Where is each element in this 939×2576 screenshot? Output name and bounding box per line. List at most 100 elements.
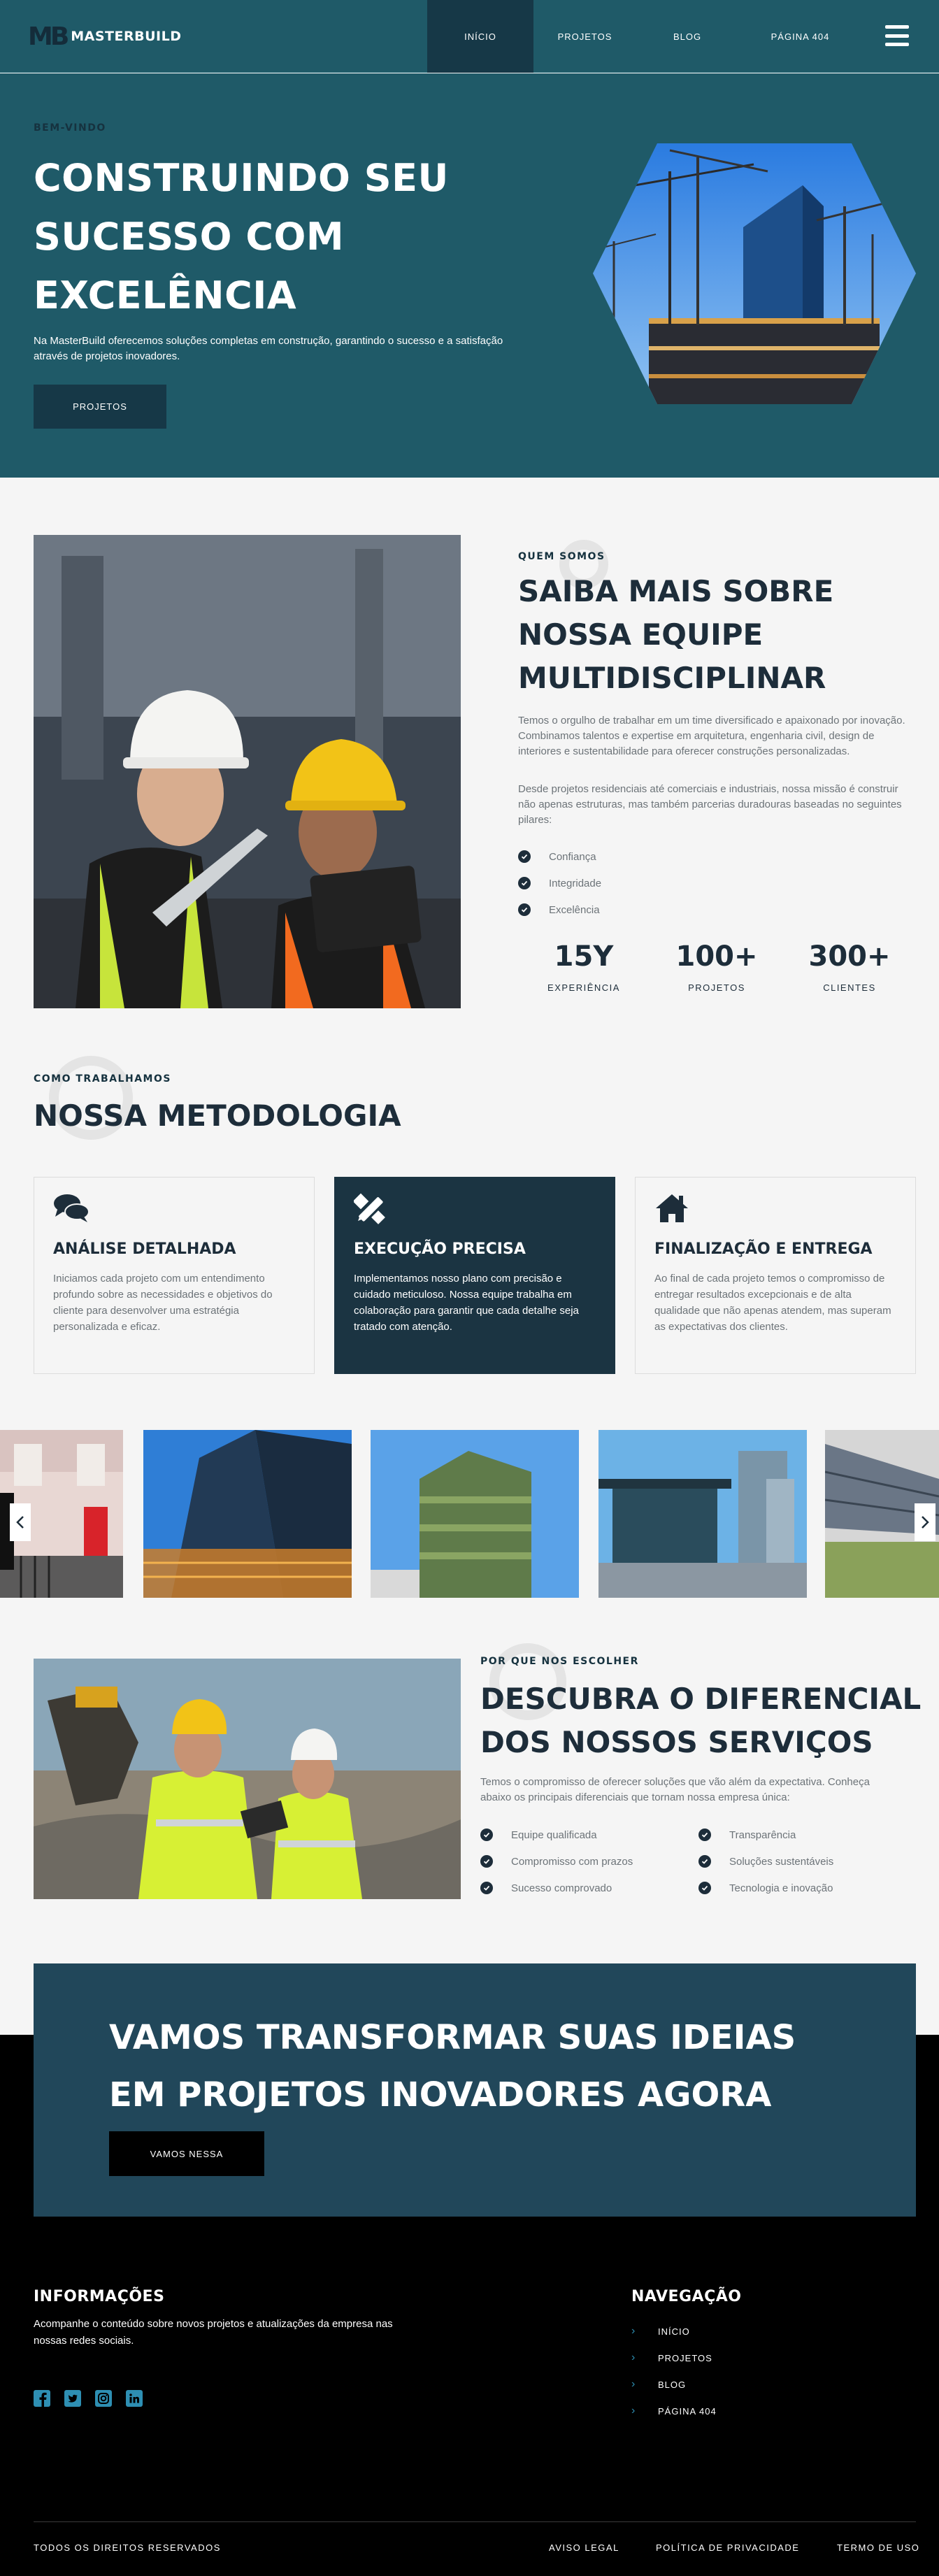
pillar-label: Integridade — [549, 877, 602, 889]
cta-title-line: EM PROJETOS INOVADORES AGORA — [109, 2075, 772, 2115]
gallery-image[interactable] — [371, 1430, 579, 1598]
pillar-label: Confiança — [549, 850, 596, 863]
gallery-image[interactable] — [143, 1430, 352, 1598]
top-navbar: MB MASTERBUILD INÍCIO PROJETOS BLOG PÁGI… — [0, 0, 939, 73]
hero-title-line: EXCELÊNCIA — [34, 273, 297, 317]
gallery-prev-button[interactable] — [10, 1503, 31, 1541]
stat-number: 300+ — [808, 940, 891, 973]
footer-nav-link-projetos[interactable]: › PROJETOS — [631, 2345, 717, 2371]
method-kicker: COMO TRABALHAMOS — [34, 1073, 171, 1085]
why-kicker: POR QUE NOS ESCOLHER — [480, 1656, 639, 1667]
list-item: Transparência — [698, 1822, 908, 1848]
list-item: Integridade — [518, 870, 601, 896]
benefit-label: Equipe qualificada — [511, 1829, 597, 1841]
check-circle-icon — [518, 903, 531, 916]
cta-title: VAMOS TRANSFORMAR SUAS IDEIAS EM PROJETO… — [109, 2009, 864, 2124]
stat-number: 15Y — [554, 940, 614, 973]
engineers-photo — [34, 1659, 461, 1899]
list-item: Tecnologia e inovação — [698, 1875, 908, 1901]
facebook-icon[interactable] — [34, 2390, 50, 2407]
why-title-line: DESCUBRA O DIFERENCIAL — [480, 1682, 922, 1716]
method-card: EXECUÇÃO PRECISA Implementamos nosso pla… — [334, 1177, 615, 1374]
footer-nav: › INÍCIO › PROJETOS › BLOG › PÁGINA 404 — [631, 2318, 717, 2424]
legal-notice-link[interactable]: AVISO LEGAL — [549, 2542, 619, 2553]
logo-mark: MB — [28, 22, 69, 51]
pencil-ruler-icon — [352, 1193, 596, 1225]
chevron-right-icon — [922, 1516, 929, 1529]
why-list-right: Transparência Soluções sustentáveis Tecn… — [698, 1822, 908, 1901]
stat-number: 100+ — [675, 940, 758, 973]
card-text: Iniciamos cada projeto com um entendimen… — [53, 1273, 273, 1333]
terms-of-use-link[interactable]: TERMO DE USO — [837, 2542, 919, 2553]
why-list-left: Equipe qualificada Compromisso com prazo… — [480, 1822, 690, 1901]
project-gallery — [0, 1430, 939, 1598]
card-title: EXECUÇÃO PRECISA — [354, 1240, 526, 1258]
copyright-text: TODOS OS DIREITOS RESERVADOS — [34, 2542, 221, 2553]
hamburger-menu-icon[interactable] — [885, 25, 909, 46]
check-circle-icon — [480, 1855, 493, 1868]
hero-title-line: SUCESSO COM — [34, 215, 345, 259]
linkedin-icon[interactable] — [126, 2390, 143, 2407]
card-title: FINALIZAÇÃO E ENTREGA — [654, 1240, 873, 1258]
instagram-icon[interactable] — [95, 2390, 112, 2407]
check-circle-icon — [698, 1855, 711, 1868]
team-photo — [34, 535, 461, 1008]
about-paragraph-2: Desde projetos residenciais até comercia… — [518, 783, 902, 826]
check-circle-icon — [518, 850, 531, 863]
why-title-line: DOS NOSSOS SERVIÇOS — [480, 1725, 873, 1759]
nav-link-blog[interactable]: BLOG — [636, 0, 738, 73]
stat-projects: 100+ PROJETOS — [657, 940, 776, 993]
list-item: Sucesso comprovado — [480, 1875, 690, 1901]
pillars-list: Confiança Integridade Excelência — [518, 843, 601, 923]
check-circle-icon — [480, 1829, 493, 1841]
privacy-policy-link[interactable]: POLÍTICA DE PRIVACIDADE — [656, 2542, 799, 2553]
hero-hexagon-image — [593, 143, 916, 404]
about-title: SAIBA MAIS SOBRE NOSSA EQUIPE MULTIDISCI… — [518, 570, 924, 700]
gallery-image[interactable] — [598, 1430, 807, 1598]
check-circle-icon — [698, 1882, 711, 1894]
nav-link-projetos[interactable]: PROJETOS — [533, 0, 636, 73]
about-kicker: QUEM SOMOS — [518, 551, 605, 562]
social-links — [34, 2390, 157, 2407]
footer-nav-label: PÁGINA 404 — [658, 2405, 717, 2417]
method-card: ANÁLISE DETALHADA Iniciamos cada projeto… — [34, 1177, 315, 1374]
method-card: FINALIZAÇÃO E ENTREGA Ao final de cada p… — [635, 1177, 916, 1374]
list-item: Equipe qualificada — [480, 1822, 690, 1848]
benefit-label: Tecnologia e inovação — [729, 1882, 833, 1894]
hero-section: BEM-VINDO CONSTRUINDO SEU SUCESSO COM EX… — [0, 73, 939, 478]
footer-divider — [34, 2521, 916, 2522]
stat-clients: 300+ CLIENTES — [790, 940, 909, 993]
logo-text: MASTERBUILD — [71, 29, 182, 44]
nav-link-pagina-404[interactable]: PÁGINA 404 — [738, 0, 862, 73]
twitter-icon[interactable] — [64, 2390, 81, 2407]
footer-nav-label: INÍCIO — [658, 2326, 690, 2337]
list-item: Confiança — [518, 843, 601, 870]
check-circle-icon — [480, 1882, 493, 1894]
about-paragraph-1: Temos o orgulho de trabalhar em um time … — [518, 715, 905, 757]
method-title: NOSSA METODOLOGIA — [34, 1099, 401, 1133]
chevron-right-icon: › — [631, 2325, 636, 2337]
footer-nav-label: BLOG — [658, 2379, 687, 2390]
gallery-next-button[interactable] — [915, 1503, 936, 1541]
stat-label: PROJETOS — [688, 982, 745, 993]
footer-nav-link-inicio[interactable]: › INÍCIO — [631, 2318, 717, 2345]
benefit-label: Sucesso comprovado — [511, 1882, 612, 1894]
hero-description: Na MasterBuild oferecemos soluções compl… — [34, 335, 503, 362]
card-title: ANÁLISE DETALHADA — [53, 1240, 236, 1258]
home-icon — [654, 1193, 896, 1225]
cta-banner: VAMOS TRANSFORMAR SUAS IDEIAS EM PROJETO… — [34, 1963, 916, 2217]
comments-icon — [53, 1193, 295, 1225]
list-item: Compromisso com prazos — [480, 1848, 690, 1875]
nav-link-inicio[interactable]: INÍCIO — [427, 0, 533, 73]
check-circle-icon — [518, 877, 531, 889]
check-circle-icon — [698, 1829, 711, 1841]
footer-nav-link-blog[interactable]: › BLOG — [631, 2371, 717, 2398]
why-title: DESCUBRA O DIFERENCIAL DOS NOSSOS SERVIÇ… — [480, 1677, 928, 1764]
footer-nav-link-pagina-404[interactable]: › PÁGINA 404 — [631, 2398, 717, 2424]
footer-info-title: INFORMAÇÕES — [34, 2288, 165, 2305]
hero-projects-button[interactable]: PROJETOS — [34, 385, 166, 429]
benefit-label: Transparência — [729, 1829, 796, 1841]
stat-label: CLIENTES — [823, 982, 876, 993]
logo[interactable]: MB MASTERBUILD — [28, 22, 182, 51]
cta-button[interactable]: VAMOS NESSA — [109, 2131, 264, 2176]
